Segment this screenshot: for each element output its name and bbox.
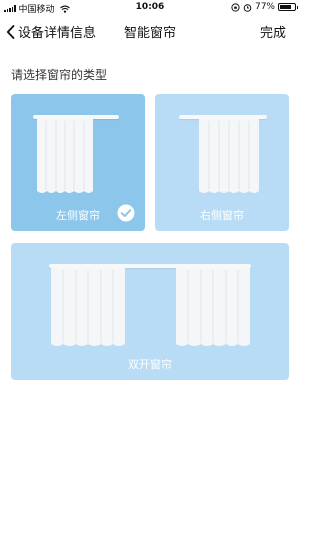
status-bar: 中国移动 10:06 77% xyxy=(0,0,300,15)
option-label: 双开窗帘 xyxy=(128,358,172,371)
section-label: 请选择窗帘的类型 xyxy=(11,68,108,82)
curtain-option-double[interactable]: 双开窗帘 xyxy=(11,243,289,380)
curtain-panel-icon xyxy=(37,119,93,193)
status-right: 77% xyxy=(231,2,298,12)
curtain-panel-icon xyxy=(199,119,259,193)
battery-percent: 77% xyxy=(254,2,275,12)
battery-icon xyxy=(278,3,298,11)
done-button[interactable]: 完成 xyxy=(260,22,286,41)
curtain-option-left[interactable]: 左侧窗帘 xyxy=(11,94,145,231)
curtain-panel-right-icon xyxy=(176,268,250,346)
page-title: 智能窗帘 xyxy=(123,26,176,41)
orientation-lock-icon xyxy=(231,2,240,12)
curtain-option-right[interactable]: 右侧窗帘 xyxy=(155,94,289,231)
check-icon xyxy=(117,204,135,222)
alarm-icon xyxy=(243,3,252,12)
curtain-panel-left-icon xyxy=(51,268,125,346)
option-label: 右侧窗帘 xyxy=(200,209,244,222)
navigation-bar: 设备详情信息 智能窗帘 完成 xyxy=(0,14,300,48)
